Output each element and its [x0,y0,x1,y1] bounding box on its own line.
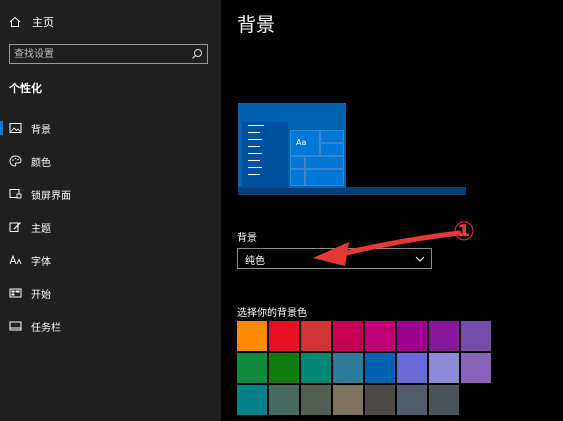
color-swatch[interactable] [333,353,363,383]
background-type-value: 纯色 [245,256,265,267]
home-label: 主页 [32,16,54,29]
sidebar-item-taskbar[interactable]: 任务栏 [0,314,221,338]
main-content: 背景 Aa 背景 纯色 ① 选择你的背景色 [221,0,563,421]
preview-window: Aa [242,122,346,188]
color-swatch[interactable] [397,321,427,351]
sidebar-item-label: 字体 [31,257,51,268]
sidebar-item-label: 颜色 [31,158,51,169]
color-swatch[interactable] [429,385,459,415]
sidebar-item-fonts[interactable]: 字体 [0,248,221,272]
sidebar-item-label: 主题 [31,224,51,235]
taskbar-icon [9,321,22,331]
sidebar-item-label: 背景 [31,125,51,136]
chevron-down-icon [415,256,425,262]
sidebar-item-label: 锁屏界面 [31,191,71,202]
sidebar: 主页 个性化 背景 颜色 锁屏界面 主题 [0,0,221,421]
brush-icon [9,222,21,232]
sidebar-item-lock-screen[interactable]: 锁屏界面 [0,182,221,206]
preview-taskbar [238,187,466,195]
background-label: 背景 [237,233,257,244]
color-swatch[interactable] [301,321,331,351]
color-swatch[interactable] [429,353,459,383]
color-swatch[interactable] [301,353,331,383]
background-type-dropdown[interactable]: 纯色 [237,248,432,269]
preview-tile-text: Aa [296,138,307,147]
search-input[interactable] [14,46,184,62]
color-swatch[interactable] [269,385,299,415]
palette-icon [9,155,22,167]
home-link[interactable]: 主页 [9,14,54,30]
desktop-preview: Aa [238,103,466,195]
sidebar-item-label: 开始 [31,290,51,301]
color-swatch[interactable] [461,353,491,383]
color-swatch[interactable] [397,385,427,415]
sidebar-item-background[interactable]: 背景 [0,116,221,140]
swatch-label: 选择你的背景色 [237,308,307,319]
color-swatch[interactable] [237,353,267,383]
page-title: 背景 [237,14,276,36]
sidebar-item-start[interactable]: 开始 [0,281,221,305]
color-swatch[interactable] [301,385,331,415]
color-swatch[interactable] [429,321,459,351]
color-swatch[interactable] [269,353,299,383]
color-swatch[interactable] [397,353,427,383]
color-swatch[interactable] [333,385,363,415]
start-icon [9,288,22,298]
sidebar-item-colors[interactable]: 颜色 [0,149,221,173]
color-swatch[interactable] [237,321,267,351]
font-icon [9,254,22,265]
lock-screen-icon [9,189,22,199]
color-swatch[interactable] [365,321,395,351]
color-swatch[interactable] [333,321,363,351]
search-box[interactable] [9,44,208,64]
picture-icon [9,123,22,133]
preview-tiles: Aa [288,122,346,188]
section-title: 个性化 [9,82,42,95]
sidebar-item-label: 任务栏 [31,323,61,334]
color-swatch[interactable] [365,385,395,415]
home-icon [9,16,21,27]
color-swatch[interactable] [237,385,267,415]
search-icon[interactable] [191,48,203,60]
sidebar-item-themes[interactable]: 主题 [0,215,221,239]
preview-window-sidebar [242,122,288,188]
color-swatch[interactable] [269,321,299,351]
annotation-number: ① [452,217,475,247]
color-swatch[interactable] [461,321,491,351]
color-swatch[interactable] [365,353,395,383]
